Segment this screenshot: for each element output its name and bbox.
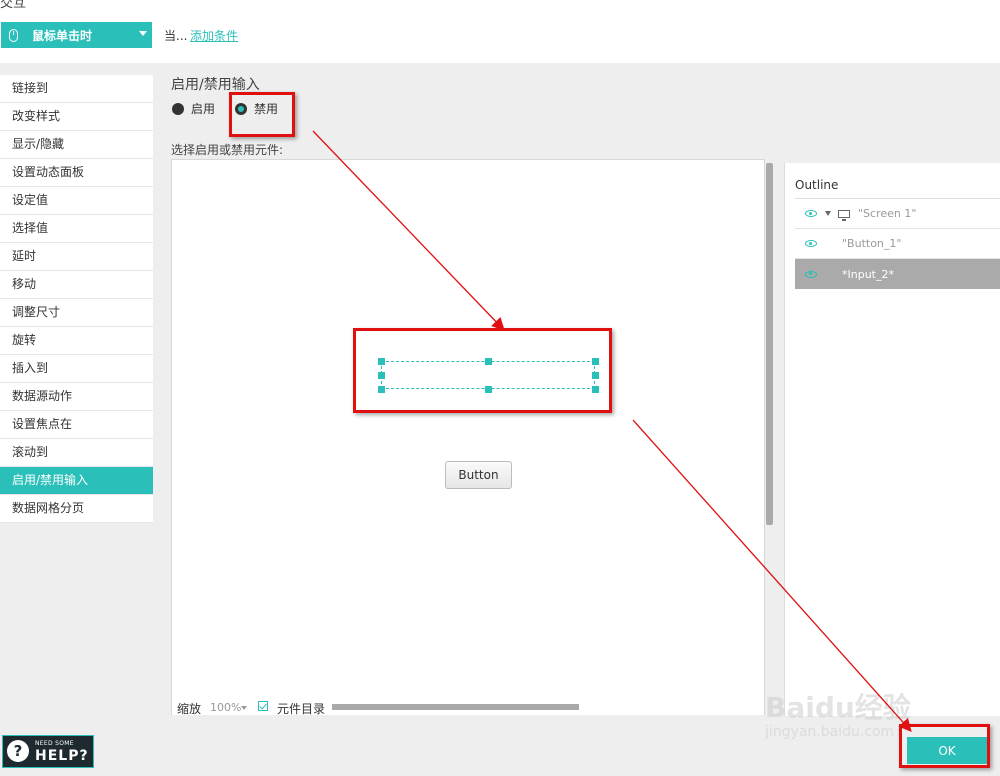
arrow-to-ok xyxy=(632,419,912,732)
arrow-to-input xyxy=(312,130,505,331)
annotation-arrows xyxy=(312,130,912,732)
